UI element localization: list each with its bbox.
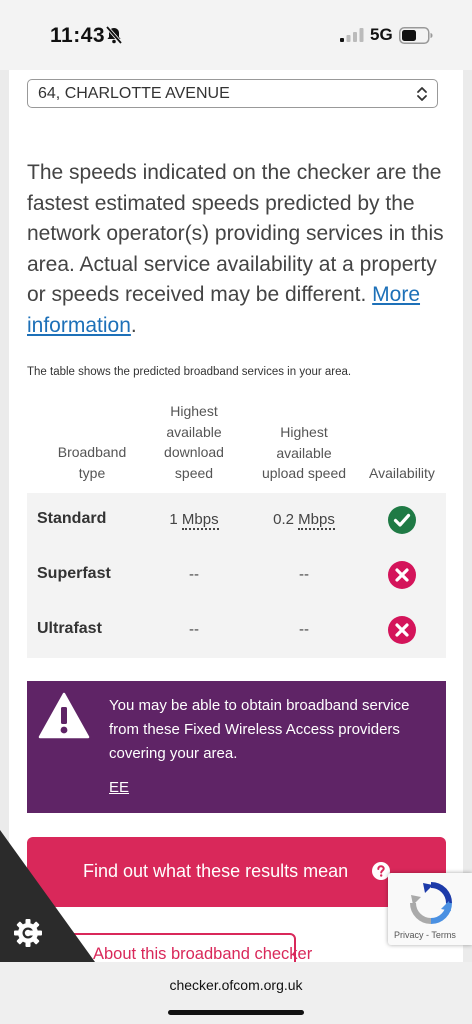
about-checker-label: About this broadband checker [93,945,313,962]
gear-icon [14,919,42,947]
fwa-message: You may be able to obtain broadband serv… [109,697,410,762]
recaptcha-icon [410,882,452,924]
download-unit: Mbps [181,511,219,530]
row-download: 1 Mbps [147,511,241,530]
header-availability: Availability [369,465,435,481]
results-meaning-label: Find out what these results mean [83,861,349,881]
check-circle-icon [388,506,416,534]
table-row: Standard 1 Mbps 0.2 Mbps [27,493,446,548]
bell-slash-icon [105,25,123,45]
upload-unit: Mbps [298,511,335,530]
address-select-value: 64, CHARLOTTE AVENUE [38,85,230,102]
address-select[interactable]: 64, CHARLOTTE AVENUE [27,79,438,108]
fwa-banner: You may be able to obtain broadband serv… [27,681,446,813]
chevron-updown-icon [417,87,427,101]
recaptcha-links: Privacy - Terms [394,930,456,940]
row-upload: 0.2 Mbps [257,511,351,530]
header-download-speed: Highest available download speed [147,401,241,483]
home-indicator [168,1010,304,1015]
header-download-line: available [166,423,222,440]
row-upload: -- [299,621,309,638]
header-broadband-type: Broadband type [37,442,147,483]
row-type: Standard [37,510,107,527]
page-content: 64, CHARLOTTE AVENUE The speeds indicate… [9,70,463,962]
header-download-line: download [164,444,224,460]
header-type-line: Broadband [57,444,127,460]
table-caption: The table shows the predicted broadband … [27,366,352,378]
row-type: Superfast [37,565,111,582]
row-type: Ultrafast [37,620,102,637]
download-value: 1 [169,511,178,528]
speed-disclaimer-period: . [130,313,137,337]
browser-url-bar[interactable]: checker.ofcom.org.uk [0,962,472,1024]
row-download: -- [189,566,199,583]
row-upload: -- [299,566,309,583]
cross-circle-icon [388,561,416,589]
header-download-line: Highest [170,403,218,419]
header-upload-speed: Highest available upload speed [247,422,361,484]
header-upload-line: upload speed [261,465,347,481]
provider-link-ee[interactable]: EE [109,779,129,796]
upload-value: 0.2 [273,511,294,528]
table-row: Ultrafast -- -- [27,603,446,658]
privacy-link[interactable]: Privacy [394,930,424,940]
cross-circle-icon [388,616,416,644]
signal-icon [340,28,364,42]
table-row: Superfast -- -- [27,548,446,603]
header-download-line: speed [174,464,214,481]
status-bar: 11:43 5G [0,0,472,70]
warning-icon [38,692,90,739]
network-type: 5G [370,25,393,44]
status-time: 11:43 [50,24,106,47]
speed-disclaimer: The speeds indicated on the checker are … [27,158,447,341]
about-checker-button[interactable]: About this broadband checker [69,933,312,962]
recaptcha-badge[interactable]: Privacy - Terms [388,873,472,945]
row-download: -- [189,621,199,638]
header-type-line: type [78,464,106,481]
terms-link[interactable]: Terms [431,930,456,940]
battery-icon [399,27,433,44]
header-upload-line: available [276,444,332,461]
url-text: checker.ofcom.org.uk [169,977,303,993]
header-upload-line: Highest [280,424,328,440]
